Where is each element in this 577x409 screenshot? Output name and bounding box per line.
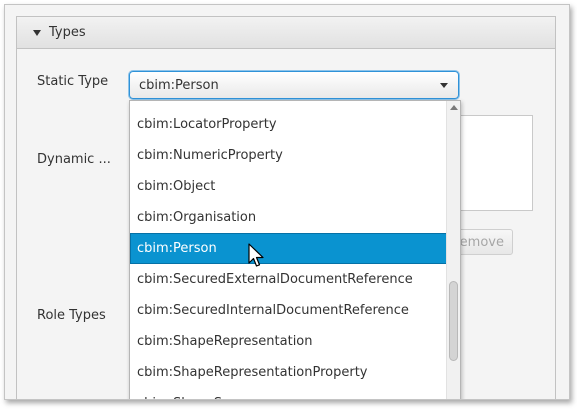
dropdown-item-locator-property[interactable]: cbim:LocatorProperty xyxy=(130,109,447,140)
dropdown-list: cbim:LocatorProperty cbim:NumericPropert… xyxy=(130,109,447,399)
mouse-pointer-icon xyxy=(248,243,264,267)
dropdown-item-numeric-property[interactable]: cbim:NumericProperty xyxy=(130,140,447,171)
arrow-up-icon[interactable] xyxy=(450,105,458,110)
dropdown-item-shape-source[interactable]: cbim:ShapeSource xyxy=(130,388,447,399)
dropdown-item-shape-representation-property[interactable]: cbim:ShapeRepresentationProperty xyxy=(130,357,447,388)
static-type-combobox[interactable]: cbim:Person xyxy=(129,71,459,99)
dynamic-types-label: Dynamic ... xyxy=(37,152,111,167)
scrollbar-thumb[interactable] xyxy=(449,281,458,361)
dropdown-item-shape-representation[interactable]: cbim:ShapeRepresentation xyxy=(130,326,447,357)
dropdown-scrollbar[interactable] xyxy=(446,101,460,399)
window: Types Static Type Dynamic ... Role Types… xyxy=(4,4,570,400)
dropdown-item-object[interactable]: cbim:Object xyxy=(130,171,447,202)
role-types-label: Role Types xyxy=(37,308,106,323)
remove-button[interactable]: Remove xyxy=(453,229,513,255)
static-type-dropdown: cbim:LocatorProperty cbim:NumericPropert… xyxy=(129,100,461,399)
types-pane-title: Types xyxy=(49,25,86,40)
dropdown-item-secured-internal-document-reference[interactable]: cbim:SecuredInternalDocumentReference xyxy=(130,295,447,326)
static-type-label: Static Type xyxy=(37,74,109,89)
types-pane-header[interactable]: Types xyxy=(17,17,555,49)
static-type-value: cbim:Person xyxy=(139,78,219,93)
collapse-triangle-icon[interactable] xyxy=(33,30,41,36)
dynamic-types-list[interactable] xyxy=(457,115,533,211)
dropdown-item-person[interactable]: cbim:Person xyxy=(130,233,447,264)
dropdown-item-organisation[interactable]: cbim:Organisation xyxy=(130,202,447,233)
dropdown-item-secured-external-document-reference[interactable]: cbim:SecuredExternalDocumentReference xyxy=(130,264,447,295)
chevron-down-icon[interactable] xyxy=(440,83,448,88)
